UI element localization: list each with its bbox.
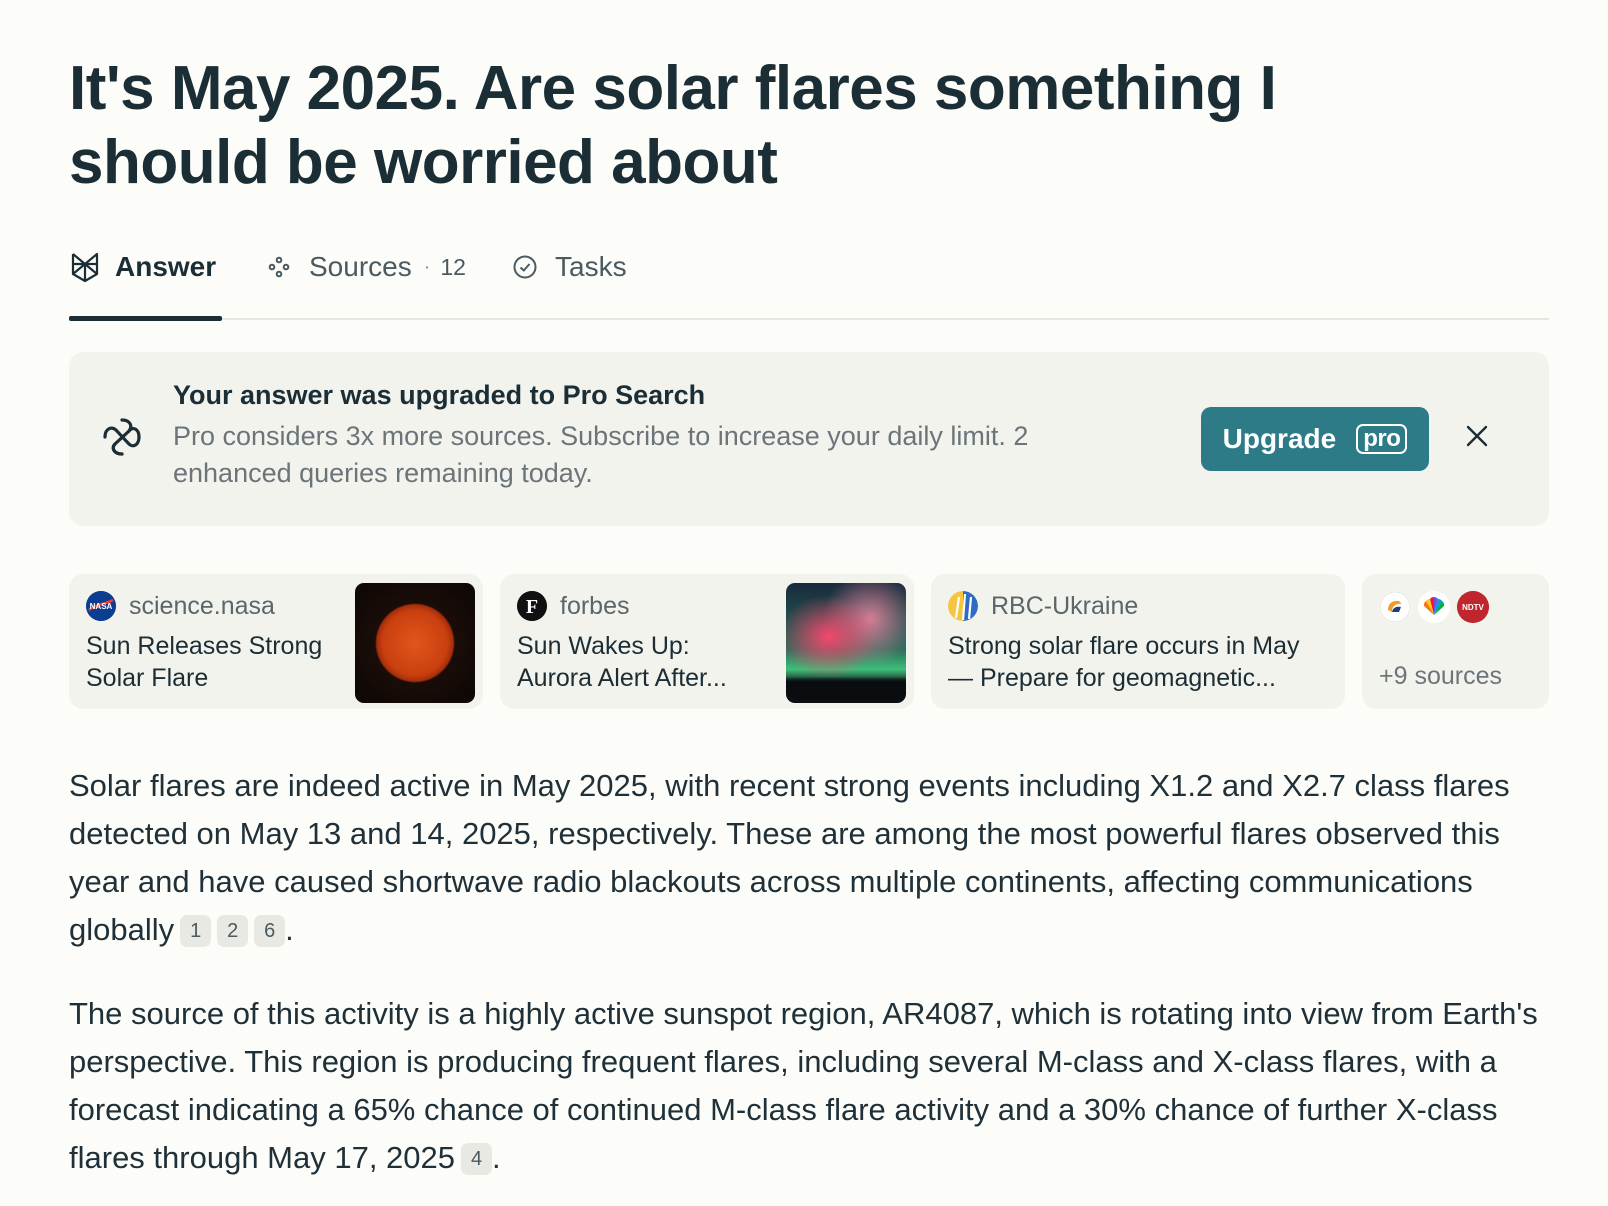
tab-tasks[interactable]: Tasks bbox=[509, 240, 627, 320]
upgrade-button-label: Upgrade bbox=[1222, 423, 1337, 454]
active-tab-indicator bbox=[69, 316, 222, 321]
source-card-nasa[interactable]: NASA science.nasa Sun Releases Strong So… bbox=[69, 574, 483, 709]
banner-title: Your answer was upgraded to Pro Search bbox=[173, 380, 706, 410]
source-icon bbox=[1379, 591, 1411, 623]
page: It's May 2025. Are solar flares somethin… bbox=[0, 0, 1608, 1206]
aurora-thumbnail bbox=[786, 583, 906, 703]
close-icon bbox=[1466, 425, 1488, 452]
nbc-peacock-icon bbox=[1418, 591, 1450, 623]
tab-answer-label: Answer bbox=[115, 251, 217, 282]
pro-search-banner: Your answer was upgraded to Pro Search P… bbox=[69, 352, 1549, 526]
perplexity-logo-icon bbox=[69, 251, 101, 283]
source-title: Strong solar flare occurs in May — Prepa… bbox=[948, 632, 1300, 692]
tab-sources-separator: · bbox=[423, 255, 431, 278]
svg-text:NASA: NASA bbox=[90, 602, 113, 611]
answer-paragraph: The source of this activity is a highly … bbox=[69, 990, 1539, 1182]
source-title: Sun Releases Strong Solar Flare bbox=[86, 632, 323, 692]
more-sources-label: +9 sources bbox=[1379, 662, 1502, 690]
citation-badge[interactable]: 6 bbox=[254, 915, 286, 947]
rbc-ukraine-icon bbox=[948, 591, 978, 621]
tab-sources-label: Sources bbox=[309, 251, 412, 282]
citation-badge[interactable]: 1 bbox=[180, 915, 212, 947]
source-card-rbc-ukraine[interactable]: RBC-Ukraine Strong solar flare occurs in… bbox=[931, 574, 1345, 709]
source-domain: forbes bbox=[560, 592, 630, 620]
source-domain: RBC-Ukraine bbox=[991, 592, 1139, 620]
tab-sources[interactable]: Sources · 12 bbox=[263, 240, 466, 320]
source-domain: science.nasa bbox=[129, 592, 275, 620]
source-card-forbes[interactable]: F forbes Sun Wakes Up: Aurora Alert Afte… bbox=[500, 574, 914, 709]
citation-badge[interactable]: 2 bbox=[217, 915, 249, 947]
tab-tasks-label: Tasks bbox=[555, 251, 627, 282]
tab-sources-count: 12 bbox=[440, 253, 466, 280]
page-title: It's May 2025. Are solar flares somethin… bbox=[69, 54, 1277, 197]
svg-text:F: F bbox=[526, 596, 538, 618]
banner-text: Pro considers 3x more sources. Subscribe… bbox=[173, 421, 1029, 488]
tab-bar: Answer Sources · 12 Tasks bbox=[69, 240, 1549, 321]
sun-thumbnail bbox=[355, 583, 475, 703]
sentence-period: . bbox=[285, 912, 294, 947]
more-sources-card[interactable]: NDTV +9 sources bbox=[1362, 574, 1549, 709]
answer-paragraph: Solar flares are indeed active in May 20… bbox=[69, 762, 1539, 954]
forbes-icon: F bbox=[517, 591, 547, 621]
nasa-icon: NASA bbox=[86, 591, 116, 621]
svg-text:NDTV: NDTV bbox=[1462, 603, 1484, 612]
pro-search-icon bbox=[99, 414, 145, 460]
sentence-period: . bbox=[492, 1140, 501, 1175]
source-title: Sun Wakes Up: Aurora Alert After... bbox=[517, 632, 727, 692]
answer-text: The source of this activity is a highly … bbox=[69, 996, 1538, 1175]
citation-badge[interactable]: 4 bbox=[461, 1143, 493, 1175]
ndtv-icon: NDTV bbox=[1457, 591, 1489, 623]
upgrade-button[interactable]: Upgrade pro bbox=[1201, 407, 1429, 471]
pro-badge: pro bbox=[1356, 424, 1408, 454]
tab-answer[interactable]: Answer bbox=[69, 240, 216, 320]
close-banner-button[interactable] bbox=[1457, 418, 1497, 458]
check-circle-icon bbox=[509, 251, 541, 283]
sources-icon bbox=[263, 251, 295, 283]
